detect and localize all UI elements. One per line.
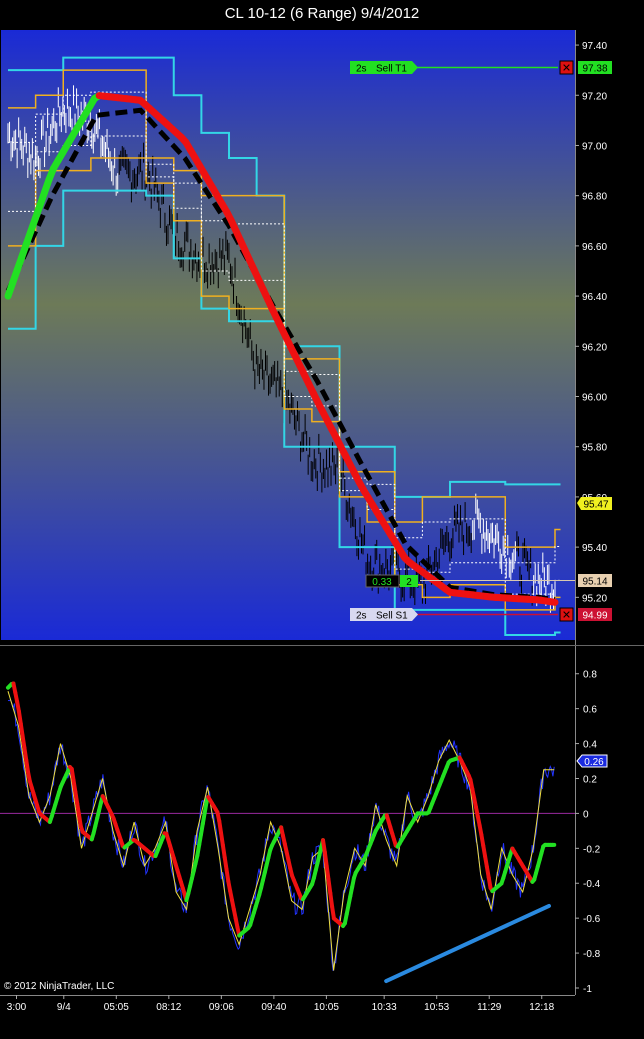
time-tick-label: 09:06 <box>209 1002 234 1013</box>
oscillator-axis[interactable]: 0.8 0.6 0.4 0.2 0 -0.2 -0.4 -0.6 -0.8 -1 <box>575 670 601 995</box>
osc-tick-label: -0.4 <box>583 879 601 890</box>
price-panel-footer <box>1 640 575 645</box>
osc-tick-label: -0.6 <box>583 914 601 925</box>
position-price: 95.14 <box>582 577 607 588</box>
pnl-value: 0.33 <box>372 577 392 588</box>
price-tick-label: 96.20 <box>582 342 607 353</box>
osc-smooth-segment <box>324 863 331 882</box>
price-tick-label: 97.40 <box>582 41 607 52</box>
pnl-qty: 2 <box>406 577 412 588</box>
time-tick-label: 9/4 <box>57 1002 71 1013</box>
oscillator-lines <box>0 681 575 984</box>
price-tick-label: 96.00 <box>582 393 607 404</box>
osc-smooth-segment <box>322 850 329 868</box>
price-tick-label: 95.80 <box>582 443 607 454</box>
copyright: © 2012 NinjaTrader, LLC <box>4 981 115 992</box>
price-tick-label: 97.20 <box>582 91 607 102</box>
sell-s1-qty: 2s <box>356 611 367 622</box>
time-tick-label: 11:29 <box>477 1002 502 1013</box>
price-axis[interactable]: 97.40 97.20 97.00 96.80 96.60 96.40 96.20 96.00… <box>575 41 607 604</box>
osc-tick-label: 0.4 <box>583 740 597 751</box>
osc-smooth-segment <box>326 877 333 896</box>
last-price: 95.47 <box>583 500 608 511</box>
sell-t1-close-glyph: ✕ <box>562 63 571 75</box>
osc-tick-label: -0.8 <box>583 949 601 960</box>
sell-s1-price: 94.99 <box>582 611 607 622</box>
time-tick-label: 05:05 <box>104 1002 129 1013</box>
sell-t1-label: Sell T1 <box>376 64 407 75</box>
price-tick-label: 96.40 <box>582 292 607 303</box>
price-tick-label: 96.60 <box>582 242 607 253</box>
sell-t1-qty: 2s <box>356 64 367 75</box>
price-tick-label: 95.40 <box>582 543 607 554</box>
osc-tick-label: 0 <box>583 809 589 820</box>
osc-value: 0.26 <box>584 757 604 768</box>
price-tick-label: 97.00 <box>582 141 607 152</box>
osc-tick-label: 0.2 <box>583 774 597 785</box>
time-tick-label: 10:05 <box>314 1002 339 1013</box>
time-tick-label: 12:18 <box>529 1002 554 1013</box>
osc-smooth-segment <box>328 891 335 909</box>
price-tick-label: 95.20 <box>582 593 607 604</box>
osc-tick-label: 0.8 <box>583 670 597 681</box>
sell-s1-close-glyph: ✕ <box>562 610 571 622</box>
osc-tick-label: 0.6 <box>583 705 597 716</box>
price-tick-label: 96.80 <box>582 192 607 203</box>
time-tick-label: 3:00 <box>7 1002 27 1013</box>
osc-tick-label: -1 <box>583 984 592 995</box>
time-axis[interactable]: 3:00 9/4 05:05 08:12 09:06 09:40 10:05 10:33 10:… <box>7 995 555 1013</box>
hma-segment <box>546 598 559 606</box>
time-tick-label: 10:33 <box>372 1002 397 1013</box>
time-tick-label: 08:12 <box>156 1002 181 1013</box>
sell-t1-price: 97.38 <box>582 64 607 75</box>
trend-line <box>384 903 551 984</box>
chart-canvas[interactable]: 97.40 97.20 97.00 96.80 96.60 96.40 96.20 96.00… <box>0 0 644 1039</box>
time-tick-label: 10:53 <box>424 1002 449 1013</box>
time-tick-label: 09:40 <box>261 1002 286 1013</box>
sell-s1-label: Sell S1 <box>376 611 408 622</box>
osc-tick-label: -0.2 <box>583 844 601 855</box>
